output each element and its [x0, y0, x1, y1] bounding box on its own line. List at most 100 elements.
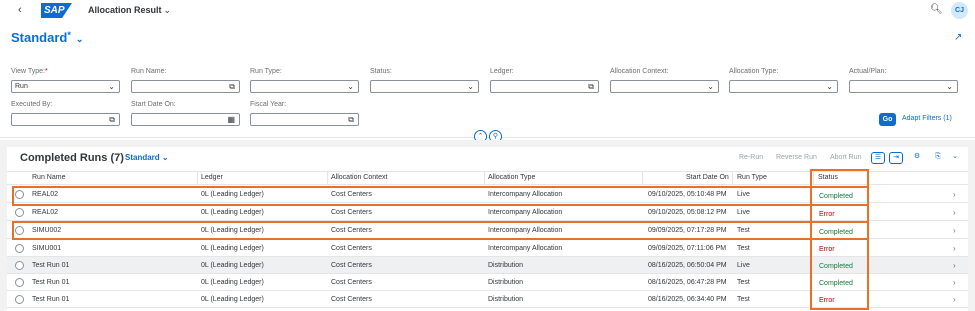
highlight-box-status-column — [810, 169, 869, 310]
shell-bar: ‹ SAP Allocation Result ⌄ 🔍︎ CJ — [0, 0, 975, 22]
cell-run-name: SIMU001 — [32, 245, 62, 252]
cell-type: Distribution — [488, 296, 524, 303]
chevron-down-icon: ⌄ — [108, 82, 115, 91]
go-button[interactable]: Go — [879, 113, 896, 126]
reverse-run-button[interactable]: Reverse Run — [776, 154, 817, 161]
row-select-radio[interactable] — [15, 295, 24, 304]
row-select-radio[interactable] — [15, 208, 24, 217]
table-variant[interactable]: Standard ⌄ — [125, 153, 169, 162]
chevron-down-icon: ⌄ — [707, 82, 714, 91]
share-icon[interactable]: ↗ — [954, 32, 962, 43]
app-title-menu[interactable]: Allocation Result ⌄ — [88, 5, 171, 16]
cell-ledger: 0L (Leading Ledger) — [201, 262, 264, 269]
ledger-label: Ledger: — [490, 68, 514, 75]
chevron-down-icon: ⌄ — [163, 5, 172, 15]
start-date-input[interactable]: ▦ — [131, 113, 240, 126]
cell-context: Cost Centers — [331, 209, 372, 216]
column-header-ledger[interactable]: Ledger — [201, 174, 223, 181]
row-select-radio[interactable] — [15, 244, 24, 253]
search-icon[interactable]: 🔍︎ — [930, 4, 943, 15]
highlight-box-row-real02 — [12, 186, 869, 206]
ledger-input[interactable]: ⧉ — [490, 80, 599, 93]
row-navigation-icon[interactable]: › — [953, 291, 956, 308]
chevron-down-icon: ⌄ — [826, 82, 833, 91]
chevron-down-icon: ⌄ — [347, 82, 354, 91]
value-help-icon[interactable]: ⧉ — [588, 81, 594, 92]
allocation-context-select[interactable]: ⌄ — [610, 80, 719, 93]
column-separator — [484, 172, 485, 184]
column-header-run-name[interactable]: Run Name — [32, 174, 65, 181]
column-separator — [197, 172, 198, 184]
column-header-allocation-type[interactable]: Allocation Type — [488, 174, 535, 181]
cell-run-type: Test — [737, 279, 750, 286]
cell-start-date: 09/09/2025, 07:11:06 PM — [648, 245, 727, 252]
cell-run-name: Test Run 01 — [32, 296, 70, 303]
cell-run-type: Live — [737, 262, 750, 269]
run-type-select[interactable]: ⌄ — [250, 80, 359, 93]
cell-type: Intercompany Allocation — [488, 209, 563, 216]
cell-type: Distribution — [488, 262, 524, 269]
view-type-select[interactable]: Run ⌄ — [11, 80, 120, 93]
sap-logo[interactable]: SAP — [41, 3, 72, 18]
highlight-box-row-simu002 — [12, 221, 869, 240]
allocation-type-select[interactable]: ⌄ — [729, 80, 838, 93]
allocation-context-label: Allocation Context: — [610, 68, 669, 75]
abort-run-button[interactable]: Abort Run — [830, 154, 862, 161]
cell-type: Intercompany Allocation — [488, 245, 563, 252]
column-header-allocation-context[interactable]: Allocation Context — [331, 174, 387, 181]
adapt-filters-button[interactable]: Adapt Filters (1) — [902, 115, 952, 122]
status-label: Status: — [370, 68, 392, 75]
settings-icon[interactable]: ⚙ — [910, 152, 924, 164]
row-select-radio[interactable] — [15, 261, 24, 270]
cell-start-date: 08/16/2025, 06:47:28 PM — [648, 279, 727, 286]
row-navigation-icon[interactable]: › — [953, 186, 956, 203]
value-help-icon[interactable]: ⧉ — [109, 114, 115, 125]
calendar-icon[interactable]: ▦ — [227, 114, 235, 125]
variant-management[interactable]: Standard* ⌄ — [11, 30, 83, 45]
chevron-down-icon: ⌄ — [946, 82, 953, 91]
row-navigation-icon[interactable]: › — [953, 204, 956, 221]
table-title: Completed Runs (7) — [20, 152, 124, 164]
value-help-icon[interactable]: ⧉ — [229, 81, 235, 92]
value-help-icon[interactable]: ⧉ — [348, 114, 354, 125]
view-type-label: View Type:* — [11, 68, 48, 75]
group-icon[interactable]: ⇥ — [889, 152, 903, 164]
column-header-start-date[interactable]: Start Date On — [686, 174, 729, 181]
cell-ledger: 0L (Leading Ledger) — [201, 296, 264, 303]
allocation-type-label: Allocation Type: — [729, 68, 779, 75]
back-arrow-icon[interactable]: ‹ — [18, 4, 22, 16]
app-title: Allocation Result — [88, 5, 162, 15]
sort-icon[interactable]: ☰ — [871, 152, 885, 164]
cell-ledger: 0L (Leading Ledger) — [201, 245, 264, 252]
export-options-icon[interactable]: ⌄ — [948, 152, 962, 164]
column-separator — [642, 172, 643, 184]
start-date-label: Start Date On: — [131, 101, 176, 108]
row-navigation-icon[interactable]: › — [953, 274, 956, 291]
chevron-down-icon: ⌄ — [467, 82, 474, 91]
actual-plan-label: Actual/Plan: — [849, 68, 887, 75]
rerun-button[interactable]: Re-Run — [739, 154, 763, 161]
executed-by-label: Executed By: — [11, 101, 53, 108]
avatar[interactable]: CJ — [951, 2, 968, 19]
run-name-label: Run Name: — [131, 68, 167, 75]
cell-run-type: Test — [737, 296, 750, 303]
cell-context: Cost Centers — [331, 262, 372, 269]
column-header-run-type[interactable]: Run Type — [737, 174, 767, 181]
fiscal-year-input[interactable]: ⧉ — [250, 113, 359, 126]
row-navigation-icon[interactable]: › — [953, 222, 956, 239]
run-type-label: Run Type: — [250, 68, 282, 75]
export-icon[interactable]: ⎘ — [931, 152, 945, 164]
row-navigation-icon[interactable]: › — [953, 257, 956, 274]
actual-plan-select[interactable]: ⌄ — [849, 80, 958, 93]
fiscal-year-label: Fiscal Year: — [250, 101, 287, 108]
status-select[interactable]: ⌄ — [370, 80, 479, 93]
row-navigation-icon[interactable]: › — [953, 240, 956, 257]
column-separator — [732, 172, 733, 184]
cell-context: Cost Centers — [331, 296, 372, 303]
cell-context: Cost Centers — [331, 245, 372, 252]
executed-by-input[interactable]: ⧉ — [11, 113, 120, 126]
cell-context: Cost Centers — [331, 279, 372, 286]
run-name-input[interactable]: ⧉ — [131, 80, 240, 93]
cell-run-type: Live — [737, 209, 750, 216]
row-select-radio[interactable] — [15, 278, 24, 287]
